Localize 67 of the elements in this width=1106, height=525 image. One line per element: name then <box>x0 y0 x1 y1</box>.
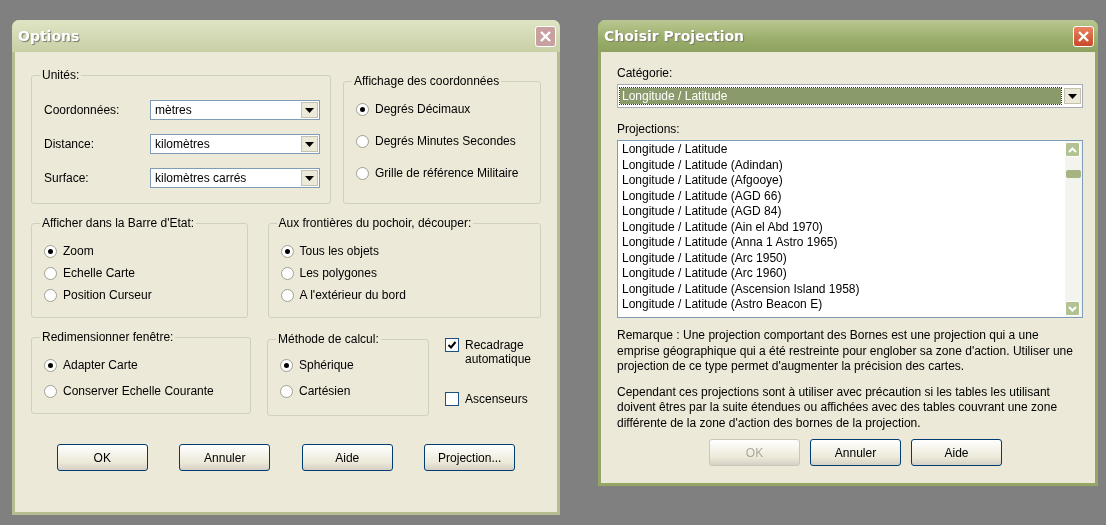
radio-button[interactable]: Degrés Décimaux <box>356 102 530 116</box>
dropdown-arrow-button[interactable] <box>301 170 318 186</box>
group-title: Redimensionner fenêtre: <box>41 330 175 344</box>
list-item[interactable]: Longitude / Latitude (Afgooye) <box>622 173 1061 189</box>
dropdown-field[interactable]: mètres <box>150 100 320 120</box>
list-item[interactable]: Longitude / Latitude (Astro Beacon E) <box>622 297 1061 313</box>
list-item[interactable]: Longitude / Latitude (Ascension Island 1958) <box>622 281 1061 297</box>
list-item[interactable]: Longitude / Latitude (AGD 84) <box>622 204 1061 220</box>
radio-button[interactable]: Degrés Minutes Secondes <box>356 134 530 148</box>
list-item[interactable]: Longitude / Latitude (Anna 1 Astro 1965) <box>622 235 1061 251</box>
list-item[interactable]: Longitude / Latitude (Ain el Abd 1970) <box>622 219 1061 235</box>
field-label: Projections: <box>617 122 681 136</box>
dropdown-arrow-button[interactable] <box>1064 88 1081 104</box>
dropdown-arrow-button[interactable] <box>301 102 318 118</box>
list-item[interactable]: Longitude / Latitude <box>622 142 1061 158</box>
group-title: Afficher dans la Barre d'Etat: <box>41 216 196 230</box>
list-item[interactable]: Longitude / Latitude (Arc 1950) <box>622 250 1061 266</box>
radio-button[interactable]: Tous les objets <box>280 244 530 258</box>
checkbox[interactable]: Ascenseurs <box>445 392 541 406</box>
down-arrow-icon <box>305 141 314 147</box>
radio-button[interactable]: Zoom <box>44 244 237 258</box>
group-title: Méthode de calcul: <box>277 332 380 346</box>
dialog-button[interactable]: OK <box>56 444 148 471</box>
checkmark-icon <box>447 340 457 350</box>
close-button[interactable] <box>1073 25 1094 47</box>
window-title: Choisir Projection <box>604 28 745 44</box>
radio-button[interactable]: Adapter Carte <box>44 358 240 372</box>
projection-list[interactable] <box>617 140 1083 318</box>
radio-button[interactable]: Echelle Carte <box>44 266 237 280</box>
radio-button[interactable]: Les polygones <box>280 266 530 280</box>
field-label: Surface: <box>44 171 90 185</box>
radio-button[interactable]: Sphérique <box>280 358 418 372</box>
close-icon <box>539 29 552 43</box>
radio-button[interactable]: Conserver Echelle Courante <box>44 384 240 398</box>
dialog-button[interactable]: Aide <box>301 444 393 471</box>
dropdown-field[interactable]: kilomètres carrés <box>150 168 320 188</box>
dropdown-field[interactable]: kilomètres <box>150 134 320 154</box>
group-title: Affichage des coordonnées <box>353 74 501 88</box>
list-item[interactable]: Longitude / Latitude (AGD 66) <box>622 188 1061 204</box>
window-title: Options <box>18 28 80 44</box>
list-item[interactable]: Longitude / Latitude (Arc 1960) <box>622 266 1061 282</box>
close-icon <box>1077 29 1090 43</box>
radio-button[interactable]: Position Curseur <box>44 288 237 302</box>
group-title: Unités: <box>41 68 81 82</box>
dialog-button[interactable]: Projection... <box>424 444 516 471</box>
checkbox[interactable]: Recadrage automatique <box>445 338 541 366</box>
up-chevron-icon <box>1068 146 1077 153</box>
list-item[interactable]: Longitude / Latitude (Adindan) <box>622 157 1061 173</box>
radio-button[interactable]: Grille de référence Militaire <box>356 166 530 180</box>
field-label: Distance: <box>44 137 96 151</box>
down-arrow-icon <box>305 175 314 181</box>
scroll-thumb[interactable] <box>1066 170 1081 178</box>
radio-button[interactable]: Cartésien <box>280 384 418 398</box>
note-text: Remarque : Une projection comportant des Bornes est une projection qui a une emprise géographique qui a été restreinte pour englober sa zone d'action. Utiliser une projection de ce type permet d'augmenter la précision des cartes. <box>617 328 1074 375</box>
dropdown-arrow-button[interactable] <box>301 136 318 152</box>
field-label: Catégorie: <box>617 66 674 80</box>
dialog-button[interactable]: Annuler <box>810 439 901 466</box>
scrollbar[interactable] <box>1065 141 1082 317</box>
down-arrow-icon <box>305 107 314 113</box>
down-chevron-icon <box>1068 305 1077 312</box>
radio-button[interactable]: A l'extérieur du bord <box>280 288 530 302</box>
dialog-button[interactable]: Annuler <box>179 444 271 471</box>
field-label: Coordonnées: <box>44 103 121 117</box>
note-text: Cependant ces projections sont à utiliser avec précaution si les tables les utilisant doivent êtres par la suite étendues ou affichées avec des tables couvrant une zone différente de la zone d'action des bornes de la projection. <box>617 384 1059 431</box>
group-title: Aux frontières du pochoir, découper: <box>277 216 473 230</box>
down-arrow-icon <box>1068 93 1077 99</box>
dialog-button[interactable]: Aide <box>911 439 1002 466</box>
